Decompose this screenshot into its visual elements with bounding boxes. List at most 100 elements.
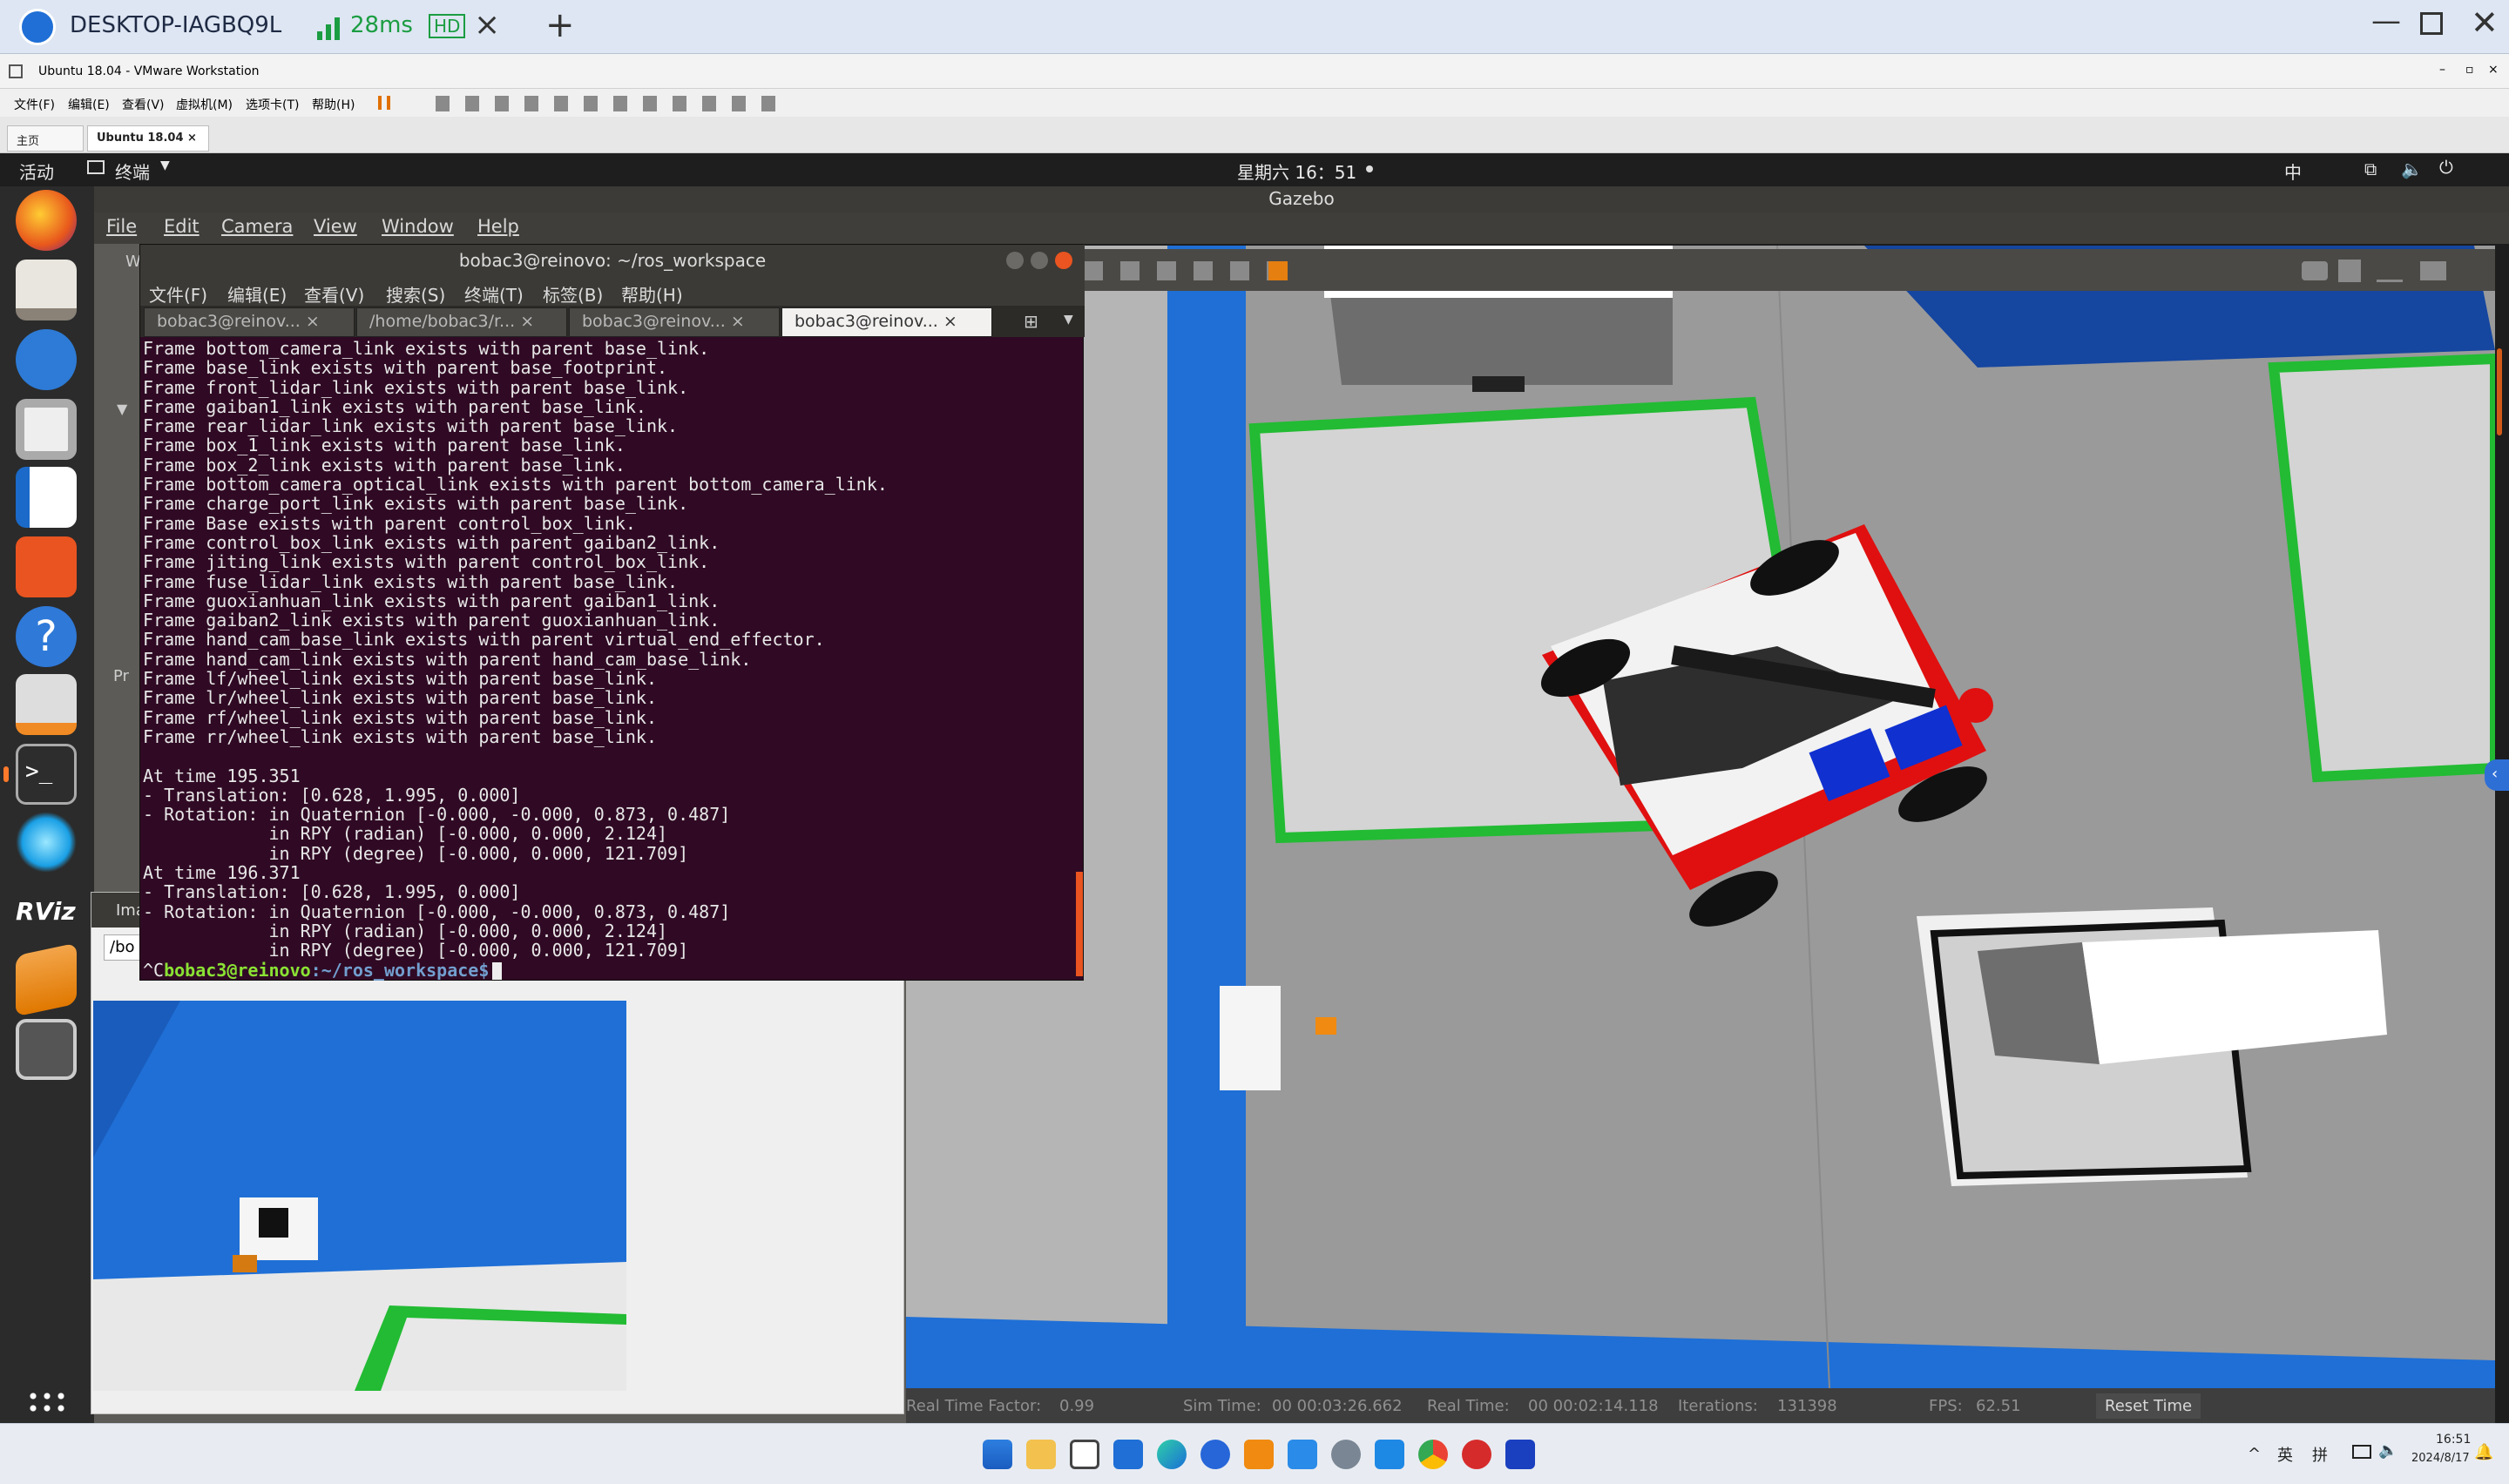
vm-menu-view[interactable]: 查看(V) bbox=[122, 96, 165, 113]
gz-menu-help[interactable]: Help bbox=[477, 216, 519, 237]
todo-icon[interactable] bbox=[1200, 1440, 1230, 1469]
terminal-icon[interactable]: >_ bbox=[16, 744, 77, 805]
vm-menu-edit[interactable]: 编辑(E) bbox=[68, 96, 110, 113]
tray-date[interactable]: 2024/8/17 bbox=[2411, 1452, 2470, 1465]
term-menu-file[interactable]: 文件(F) bbox=[149, 281, 207, 307]
network-icon[interactable]: ⧉ bbox=[2364, 159, 2377, 179]
toolbar-shape-icons[interactable] bbox=[1084, 261, 1275, 280]
gazebo-3d-view[interactable] bbox=[906, 246, 2495, 1388]
firefox-icon[interactable] bbox=[16, 190, 77, 251]
text-editor-icon[interactable] bbox=[16, 674, 77, 735]
save-icon[interactable] bbox=[2338, 260, 2361, 282]
rviz-icon[interactable]: RViz bbox=[16, 881, 77, 942]
orange-tool-icon[interactable] bbox=[1268, 261, 1288, 280]
gz-menu-view[interactable]: View bbox=[314, 216, 357, 237]
settings-icon[interactable] bbox=[1331, 1440, 1361, 1469]
language-indicator[interactable]: 英 bbox=[2277, 1443, 2293, 1466]
close-tab-icon[interactable]: × bbox=[474, 7, 500, 43]
vm-close-icon[interactable]: × bbox=[2488, 63, 2499, 77]
help-icon[interactable]: ? bbox=[16, 606, 77, 667]
terminal-tab-1[interactable]: bobac3@reinov... × bbox=[144, 307, 355, 337]
ime-indicator[interactable]: 拼 bbox=[2312, 1443, 2328, 1466]
terminal-output[interactable]: Frame bottom_camera_link exists with par… bbox=[140, 339, 1074, 981]
power-icon[interactable]: ⏻ bbox=[2439, 157, 2453, 178]
term-max-icon[interactable] bbox=[1031, 252, 1048, 269]
speaker-icon[interactable]: 🔈 bbox=[2378, 1441, 2397, 1460]
camera-image-graphics bbox=[93, 1001, 626, 1391]
vm-menu-file[interactable]: 文件(F) bbox=[14, 96, 55, 113]
minimize-icon[interactable]: — bbox=[2371, 3, 2401, 38]
panel-collapse-icon[interactable]: ▼ bbox=[117, 401, 127, 417]
thunderbird-icon[interactable] bbox=[16, 329, 77, 390]
vm-menu-vm[interactable]: 虚拟机(M) bbox=[176, 96, 233, 113]
plot-icon[interactable] bbox=[2377, 260, 2403, 282]
vivaldi-icon[interactable] bbox=[1462, 1440, 1491, 1469]
notification-bell-icon[interactable]: 🔔 bbox=[2474, 1443, 2493, 1461]
vm-menu-tabs[interactable]: 选项卡(T) bbox=[246, 96, 299, 113]
toolbar-icons[interactable] bbox=[436, 96, 784, 111]
screen-icon[interactable] bbox=[16, 1019, 77, 1080]
new-tab-icon[interactable]: + bbox=[545, 5, 575, 45]
term-close-icon[interactable] bbox=[1055, 252, 1072, 269]
vscode-icon[interactable] bbox=[1288, 1440, 1317, 1469]
sim-time-value: 00 00:03:26.662 bbox=[1272, 1397, 1403, 1415]
software-center-icon[interactable] bbox=[16, 536, 77, 597]
mail-icon[interactable] bbox=[1113, 1440, 1143, 1469]
gz-menu-camera[interactable]: Camera bbox=[221, 216, 293, 237]
term-menu-view[interactable]: 查看(V) bbox=[304, 281, 364, 307]
vm-max-icon[interactable]: ▫ bbox=[2465, 63, 2474, 77]
screenshot-icon[interactable] bbox=[2302, 261, 2328, 280]
new-terminal-tab-icon[interactable]: ⊞ bbox=[1024, 311, 1038, 332]
iterations-label: Iterations: bbox=[1678, 1397, 1758, 1415]
show-apps-icon[interactable] bbox=[26, 1390, 66, 1414]
pause-icon[interactable] bbox=[378, 96, 390, 110]
side-collapse-button[interactable]: ‹ bbox=[2485, 759, 2509, 791]
term-menu-search[interactable]: 搜索(S) bbox=[386, 281, 445, 307]
terminal-tab-3[interactable]: bobac3@reinov... × bbox=[569, 307, 780, 337]
orange-app-icon[interactable] bbox=[1244, 1440, 1274, 1469]
term-menu-edit[interactable]: 编辑(E) bbox=[227, 281, 287, 307]
app-menu[interactable]: 终端 bbox=[115, 159, 150, 184]
chrome-icon[interactable] bbox=[1418, 1440, 1448, 1469]
tray-time[interactable]: 16:51 bbox=[2436, 1433, 2471, 1447]
remote-desktop-icon[interactable] bbox=[1505, 1440, 1535, 1469]
stack-icon[interactable] bbox=[16, 942, 77, 1017]
scrollbar[interactable] bbox=[2497, 348, 2502, 435]
tray-chevron-icon[interactable]: ^ bbox=[2248, 1445, 2261, 1463]
store-icon[interactable] bbox=[1070, 1440, 1099, 1469]
clock[interactable]: 星期六 16：51 bbox=[1237, 159, 1356, 184]
file-explorer-icon[interactable] bbox=[1026, 1440, 1056, 1469]
volume-icon[interactable]: 🔈 bbox=[2401, 159, 2423, 179]
video-icon[interactable] bbox=[2420, 261, 2446, 280]
start-icon[interactable] bbox=[983, 1440, 1012, 1469]
display-icon[interactable] bbox=[2352, 1445, 2371, 1459]
host-name[interactable]: DESKTOP-IAGBQ9L bbox=[70, 12, 281, 38]
term-menu-terminal[interactable]: 终端(T) bbox=[464, 281, 524, 307]
reset-time-button[interactable]: Reset Time bbox=[2096, 1393, 2201, 1419]
terminal-tab-2[interactable]: /home/bobac3/r... × bbox=[356, 307, 567, 337]
tabs-dropdown-icon[interactable]: ▼ bbox=[1064, 313, 1073, 327]
terminal-tab-4[interactable]: bobac3@reinov... × bbox=[781, 307, 992, 337]
blue-app-icon[interactable] bbox=[1375, 1440, 1404, 1469]
term-menu-help[interactable]: 帮助(H) bbox=[621, 281, 683, 307]
tab-ubuntu[interactable]: Ubuntu 18.04 × bbox=[87, 125, 209, 152]
gz-menu-file[interactable]: File bbox=[106, 216, 137, 237]
vm-menu-help[interactable]: 帮助(H) bbox=[312, 96, 355, 113]
edge-icon[interactable] bbox=[1157, 1440, 1187, 1469]
files-icon[interactable] bbox=[16, 260, 77, 320]
term-min-icon[interactable] bbox=[1006, 252, 1024, 269]
close-window-icon[interactable]: ✕ bbox=[2471, 3, 2499, 42]
rhythmbox-icon[interactable] bbox=[16, 399, 77, 460]
gazebo-icon[interactable] bbox=[16, 812, 77, 873]
maximize-icon[interactable] bbox=[2420, 12, 2443, 35]
tab-home[interactable]: 主页 bbox=[7, 125, 84, 152]
activities-button[interactable]: 活动 bbox=[19, 159, 54, 184]
gz-menu-window[interactable]: Window bbox=[382, 216, 454, 237]
libreoffice-writer-icon[interactable] bbox=[16, 467, 77, 528]
terminal-scrollbar[interactable] bbox=[1076, 872, 1083, 976]
vm-min-icon[interactable]: – bbox=[2439, 63, 2445, 77]
input-method[interactable]: 中 bbox=[2284, 159, 2302, 184]
term-menu-tabs[interactable]: 标签(B) bbox=[543, 281, 603, 307]
terminal-line: Frame control_box_link exists with paren… bbox=[143, 531, 720, 553]
gz-menu-edit[interactable]: Edit bbox=[164, 216, 200, 237]
